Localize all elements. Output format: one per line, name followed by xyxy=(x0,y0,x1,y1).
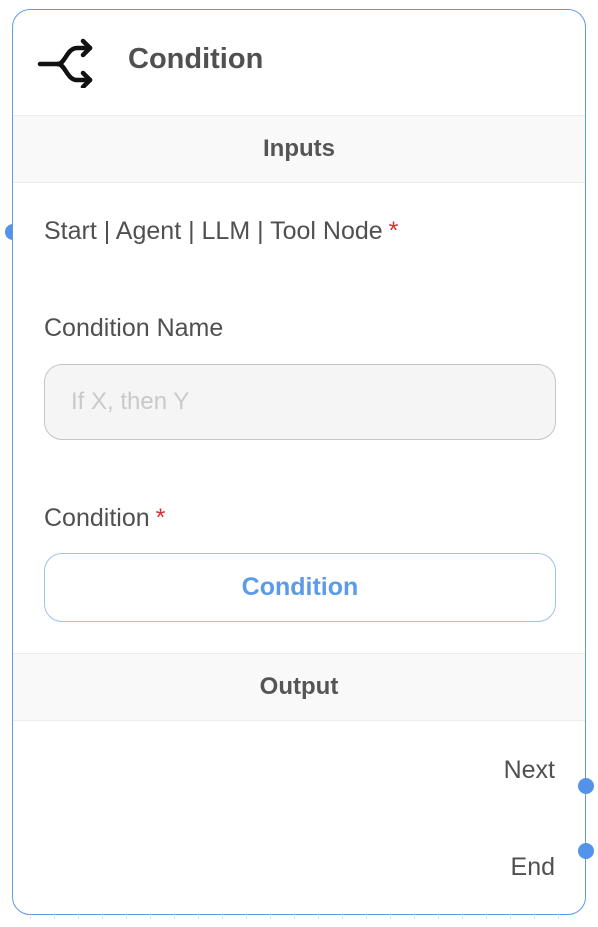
inputs-section-header: Inputs xyxy=(13,115,585,183)
input-anchor-text: Start | Agent | LLM | Tool Node xyxy=(44,217,383,245)
output-next-label: Next xyxy=(503,756,555,784)
condition-node[interactable]: Condition Inputs Start | Agent | LLM | T… xyxy=(12,9,586,915)
output-end-label: End xyxy=(510,853,555,881)
node-title: Condition xyxy=(128,43,264,75)
condition-label: Condition * xyxy=(44,504,165,533)
condition-name-input[interactable] xyxy=(44,364,556,440)
node-header: Condition xyxy=(13,10,585,115)
input-anchor-label: Start | Agent | LLM | Tool Node * xyxy=(44,217,398,246)
condition-name-label: Condition Name xyxy=(44,314,224,342)
output-next-handle[interactable] xyxy=(578,778,594,794)
output-section-header: Output xyxy=(13,653,585,721)
split-arrows-icon xyxy=(37,38,95,90)
condition-label-text: Condition xyxy=(44,504,150,532)
bottom-tick-marks xyxy=(30,913,570,919)
edit-condition-button[interactable]: Condition xyxy=(44,553,556,622)
required-marker: * xyxy=(155,504,166,532)
output-end-handle[interactable] xyxy=(578,843,594,859)
required-marker: * xyxy=(388,217,399,245)
